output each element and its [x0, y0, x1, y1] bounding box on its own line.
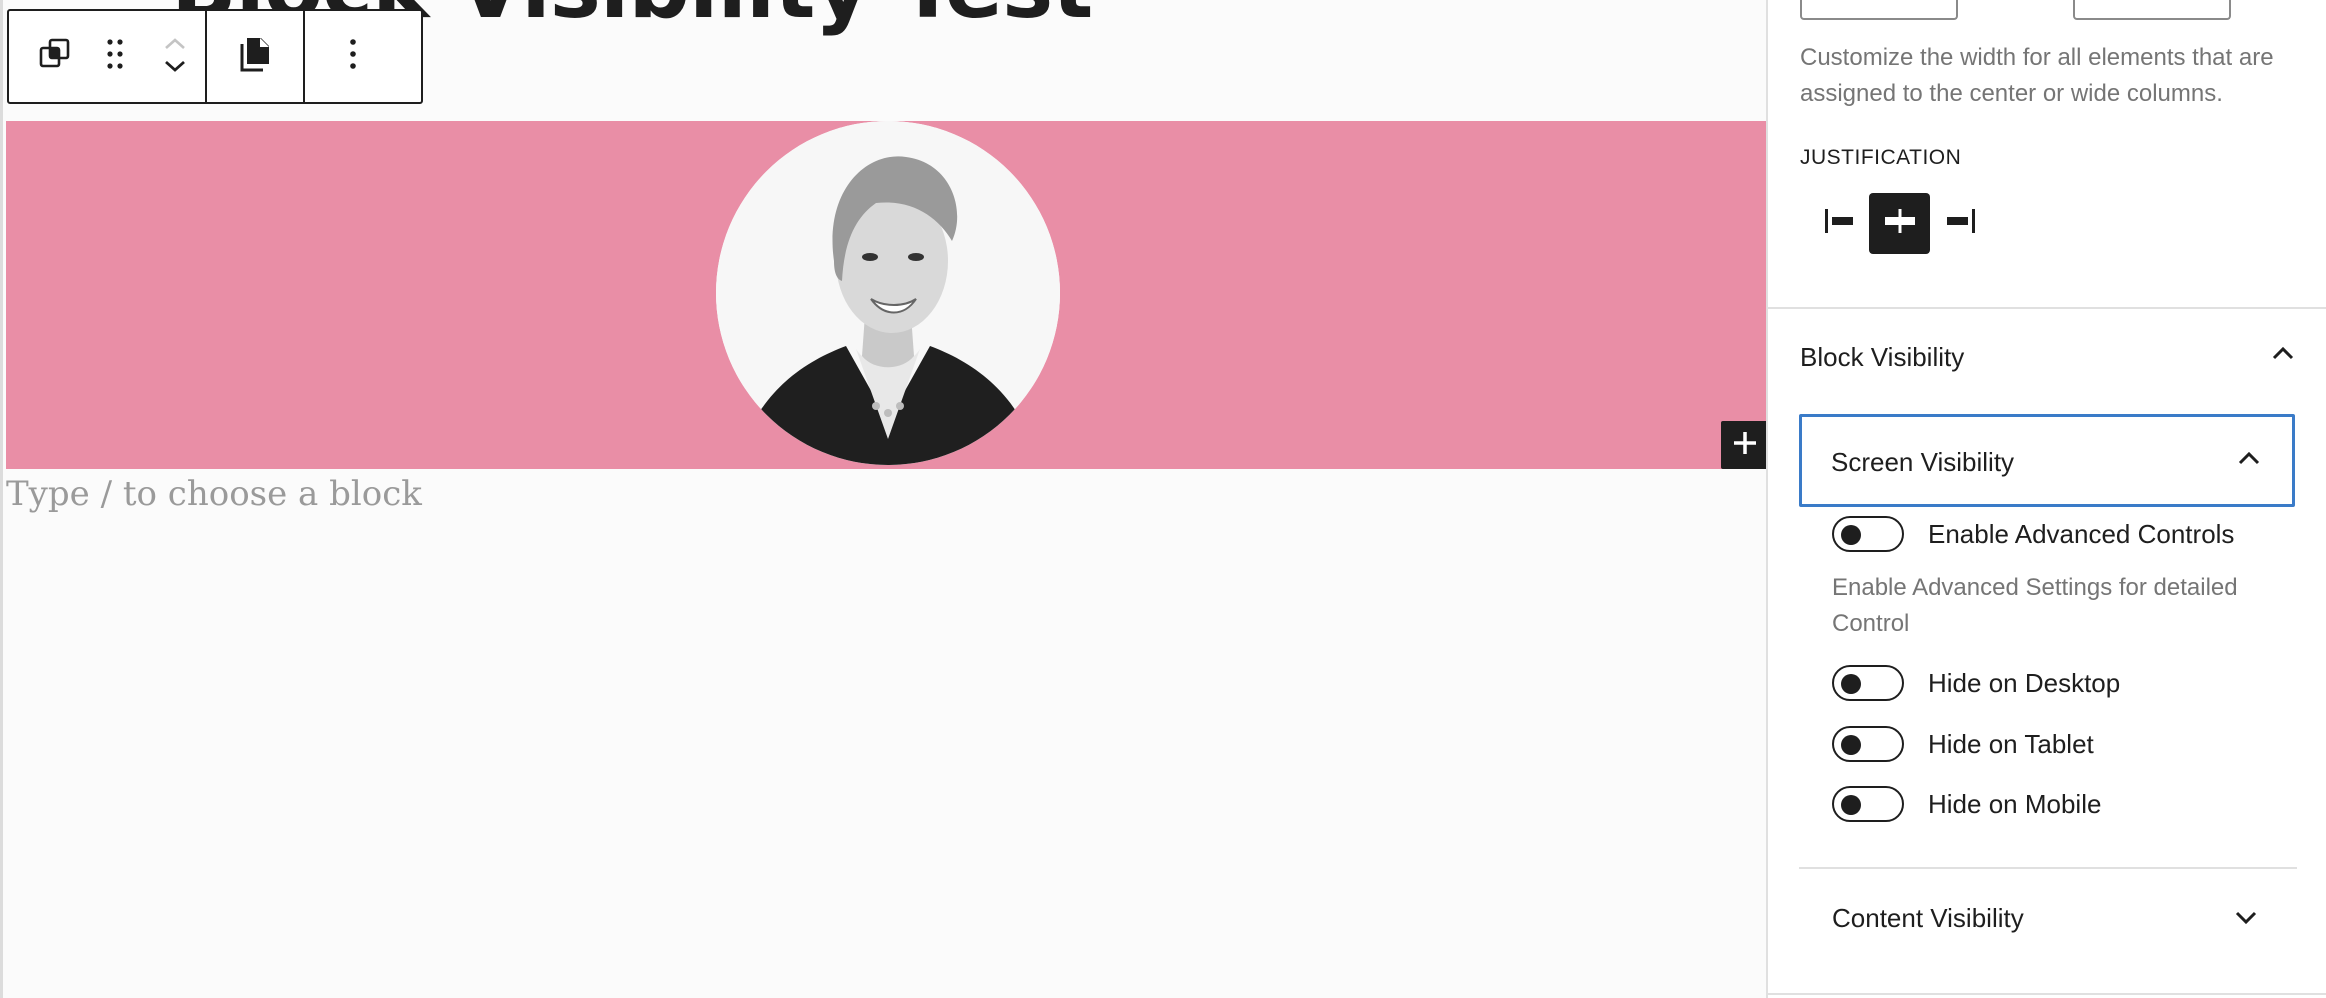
content-visibility-title[interactable]: Content Visibility: [1832, 903, 2024, 934]
layout-help-text: Customize the width for all elements tha…: [1800, 44, 2274, 107]
chevron-up-icon[interactable]: [163, 36, 187, 55]
chevron-down-icon[interactable]: [163, 59, 187, 78]
panel-divider: [1768, 993, 2326, 995]
options-button[interactable]: [323, 11, 383, 102]
block-visibility-title[interactable]: Block Visibility: [1800, 342, 1964, 373]
toolbar-group-page: [205, 11, 303, 102]
settings-sidebar: Customize the width for all elements tha…: [1766, 0, 2326, 998]
justify-left-icon: [1821, 206, 1857, 241]
advanced-controls-help: Enable Advanced Settings for detailed Co…: [1832, 574, 2238, 637]
block-placeholder[interactable]: Type / to choose a block: [6, 474, 422, 514]
page-icon: [239, 36, 271, 77]
block-mover: [145, 11, 205, 102]
hide-on-mobile-row: Hide on Mobile: [1832, 786, 2101, 822]
profile-photo-graphic: [716, 121, 1060, 465]
justification-controls: [1808, 193, 1991, 254]
drag-handle-button[interactable]: [85, 11, 145, 102]
chevron-down-icon: [2234, 910, 2258, 931]
editor-canvas: Block Visibility Test Type / to c: [0, 0, 1769, 998]
duplicate-icon: [38, 37, 72, 76]
screen-visibility-title: Screen Visibility: [1831, 447, 2015, 477]
screen-visibility-chevron: [2234, 445, 2264, 475]
wide-width-input[interactable]: [2073, 0, 2231, 20]
enable-advanced-controls-label: Enable Advanced Controls: [1928, 518, 2235, 549]
block-visibility-toggle[interactable]: [2268, 340, 2298, 370]
content-visibility-toggle[interactable]: [2231, 905, 2261, 935]
add-block-button[interactable]: [1721, 421, 1769, 469]
chevron-up-icon: [2237, 450, 2261, 471]
toolbar-group-options: [303, 11, 401, 102]
screen-visibility-header[interactable]: Screen Visibility: [1799, 414, 2295, 507]
enable-advanced-controls-row: Enable Advanced Controls: [1832, 516, 2234, 552]
plus-icon: [1732, 430, 1758, 461]
content-visibility-divider: [1799, 867, 2297, 869]
panel-divider: [1768, 307, 2326, 309]
drag-handle-icon: [105, 37, 125, 76]
toolbar-group-block: [9, 11, 205, 102]
justify-center-icon: [1882, 206, 1918, 241]
hide-on-tablet-row: Hide on Tablet: [1832, 726, 2094, 762]
justify-right-button[interactable]: [1930, 193, 1991, 254]
justify-left-button[interactable]: [1808, 193, 1869, 254]
hide-on-desktop-label: Hide on Desktop: [1928, 667, 2121, 698]
chevron-up-icon: [2271, 345, 2295, 366]
transform-block-button[interactable]: [25, 11, 85, 102]
justify-center-button[interactable]: [1869, 193, 1930, 254]
hide-on-desktop-toggle[interactable]: [1832, 665, 1904, 701]
justification-label: Justification: [1800, 146, 1962, 169]
hide-on-tablet-label: Hide on Tablet: [1928, 728, 2094, 759]
hide-on-mobile-label: Hide on Mobile: [1928, 788, 2102, 819]
block-toolbar: [7, 9, 423, 104]
justify-right-icon: [1943, 206, 1979, 241]
enable-advanced-controls-toggle[interactable]: [1832, 516, 1904, 552]
page-button[interactable]: [225, 11, 285, 102]
hide-on-mobile-toggle[interactable]: [1832, 786, 1904, 822]
content-width-input[interactable]: [1800, 0, 1958, 20]
hide-on-desktop-row: Hide on Desktop: [1832, 665, 2120, 701]
profile-image[interactable]: [716, 121, 1060, 465]
more-vertical-icon: [349, 38, 357, 75]
hide-on-tablet-toggle[interactable]: [1832, 726, 1904, 762]
